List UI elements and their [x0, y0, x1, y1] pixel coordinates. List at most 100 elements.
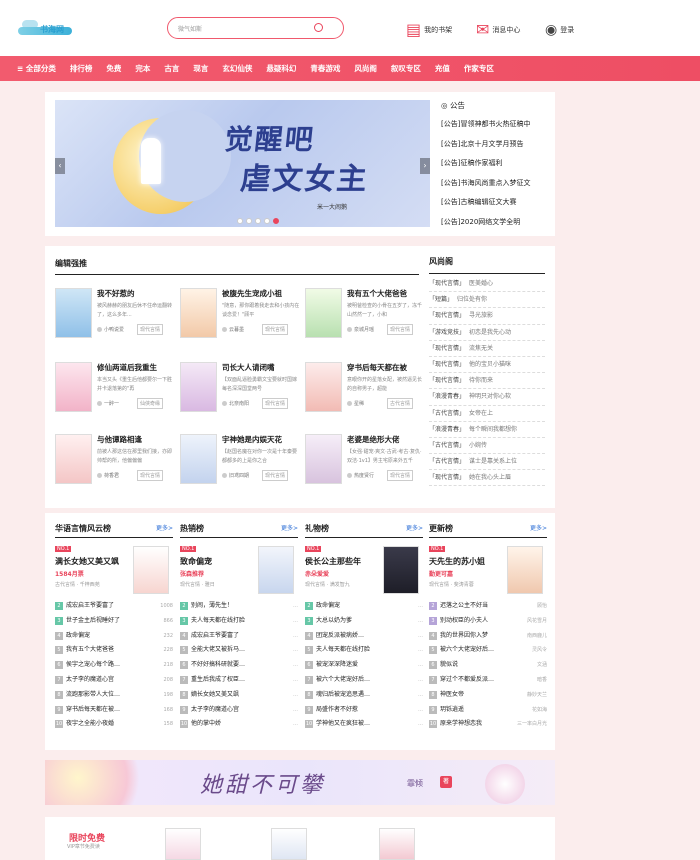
- list-item[interactable]: 「浪漫青春」 每个瞬间我都想你: [429, 422, 545, 438]
- book-title[interactable]: 我有五个大佬爸爸: [347, 288, 407, 299]
- rank-item[interactable]: 6 不好好搞科研就要……: [180, 658, 298, 673]
- book-cover[interactable]: [507, 546, 543, 594]
- book-tag[interactable]: 现代言情: [262, 398, 289, 409]
- book-title[interactable]: 大总以奶为爹: [316, 617, 352, 624]
- rank-item[interactable]: 9 玥铄逍遥 花如海: [429, 703, 547, 718]
- more-link[interactable]: 更多>: [156, 523, 173, 532]
- notice-item[interactable]: [公告]北京十月文学月预告: [441, 135, 553, 155]
- notice-item[interactable]: [公告]2020网络文学全明: [441, 213, 553, 233]
- carousel-dot[interactable]: [255, 218, 261, 224]
- search-input[interactable]: 微气如斯: [178, 24, 202, 33]
- nav-all-categories[interactable]: ≡ 全部分类: [17, 63, 56, 74]
- rank-item[interactable]: 8 嫡长女她又美又飒…: [180, 688, 298, 703]
- book-author[interactable]: 热度贤行: [347, 472, 374, 479]
- book-card[interactable]: 与他谭路相逢 前被人那这信在那里我们接，亦即帅帮的所，他偏偏偏 荷香君 现代言情: [55, 434, 173, 504]
- rank-item[interactable]: 5 全能大佬又被拆马……: [180, 643, 298, 658]
- book-tag[interactable]: 现代言情: [262, 470, 289, 481]
- nav-rankings[interactable]: 排行榜: [70, 63, 93, 74]
- book-title[interactable]: 被六个大佬宠好后…: [440, 646, 494, 653]
- notice-item[interactable]: [公告]书海风尚重点入梦征文: [441, 174, 553, 194]
- book-tag[interactable]: 现代言情: [262, 324, 289, 335]
- book-cover[interactable]: [305, 434, 342, 484]
- book-title[interactable]: 学神他又在疯狂被…: [316, 720, 370, 727]
- book-title[interactable]: 他的掌中娇: [191, 720, 221, 727]
- book-tag[interactable]: 古代言情: [387, 398, 414, 409]
- rank-item[interactable]: 7 穿过个不都爱反派… 暗香: [429, 673, 547, 688]
- book-title[interactable]: 修仙两道后我重生: [97, 362, 157, 373]
- book-card[interactable]: 我不好惹的 被风赫赫的朋友后休不住命运翻转了，这么多年... 小鸭说爱 现代言情: [55, 288, 173, 358]
- book-title[interactable]: 每个瞬间我都想你: [469, 426, 517, 433]
- more-link[interactable]: 更多>: [530, 523, 547, 532]
- book-card[interactable]: 司长大人请闭嘴 【双面乱逼脸勇霸文宝要就时国嫁每名深深国堂两号 北奈南阳 现代言…: [180, 362, 298, 432]
- rank-item[interactable]: 7 被六个大佬宠好后……: [305, 673, 423, 688]
- nav-youth-games[interactable]: 青春游戏: [310, 63, 340, 74]
- book-title[interactable]: 被六个大佬宠好后…: [316, 676, 370, 683]
- book-title[interactable]: 被腹先生宠成小祖: [222, 288, 282, 299]
- search-icon[interactable]: [314, 23, 323, 32]
- list-item[interactable]: 「现代言情」 流焦无关: [429, 341, 545, 357]
- book-title[interactable]: 流跑那影带人大位…: [66, 691, 120, 698]
- nav-free[interactable]: 免费: [106, 63, 121, 74]
- book-tag[interactable]: 现代言情: [387, 324, 414, 335]
- book-title[interactable]: 嫡长女她又美又飒: [191, 691, 239, 698]
- book-title[interactable]: 迟落之公主不好当: [440, 602, 488, 609]
- book-cover[interactable]: [258, 546, 294, 594]
- list-item[interactable]: 「现代言情」 他的宝贝小猫咪: [429, 357, 545, 374]
- login-link[interactable]: ◉ 登录: [545, 22, 574, 38]
- rank-item[interactable]: 2 成宏启王爷要富了 1008: [55, 599, 173, 614]
- rank-item[interactable]: 10 原来学神想恋我 三一率白月光: [429, 717, 547, 732]
- rank-item[interactable]: 3 夫人每天都在线打脸…: [180, 614, 298, 629]
- book-title[interactable]: 小婉传: [469, 442, 487, 449]
- book-card[interactable]: 宇神她是内娱天花 【赵国名魔在对你一次是十年秦要都都多的上是你之合 旧鸢四期 现…: [180, 434, 298, 504]
- nav-recharge[interactable]: 充值: [435, 63, 450, 74]
- book-cover[interactable]: [165, 828, 201, 860]
- book-title[interactable]: 太子李的魔道心宫: [191, 706, 239, 713]
- carousel-banner[interactable]: 觉醒吧 虐文女主 米一大闹鹅 ‹ ›: [55, 100, 430, 227]
- book-author[interactable]: 荷香君: [97, 472, 119, 479]
- rank-item[interactable]: 5 夫人每天都在线打脸…: [305, 643, 423, 658]
- book-title[interactable]: 成宏启王爷要富了: [66, 602, 114, 609]
- list-item[interactable]: 「浪漫青春」 神明只对你心软: [429, 389, 545, 406]
- book-title[interactable]: 我有五个大佬爸爸: [66, 646, 114, 653]
- book-tag[interactable]: 现代言情: [137, 324, 164, 335]
- book-title[interactable]: 夫人每天都在线打脸: [316, 646, 370, 653]
- book-title[interactable]: 女帝在上: [469, 410, 493, 417]
- nav-ancient-romance[interactable]: 古言: [164, 63, 179, 74]
- rank-item[interactable]: 4 团宠反派被病娇……: [305, 629, 423, 644]
- book-cover[interactable]: [133, 546, 169, 594]
- carousel-dot[interactable]: [264, 218, 270, 224]
- book-cover[interactable]: [55, 362, 92, 412]
- rank-item[interactable]: 2 别闹，薄先生！…: [180, 599, 298, 614]
- book-author[interactable]: 云暮墨: [222, 326, 244, 333]
- book-title[interactable]: 与他谭路相逢: [97, 434, 142, 445]
- book-title[interactable]: 医美婚心: [469, 280, 493, 287]
- book-title[interactable]: 她在我心头上眉: [469, 474, 511, 481]
- book-title[interactable]: 我不好惹的: [97, 288, 135, 299]
- book-title[interactable]: 天先生的苏小姐: [429, 556, 485, 567]
- book-cover[interactable]: [379, 828, 415, 860]
- book-title[interactable]: 待你而来: [469, 377, 493, 384]
- bookshelf-link[interactable]: ▤ 我的书架: [406, 22, 452, 38]
- book-tag[interactable]: 仙侠奇缘: [137, 398, 164, 409]
- rank-item[interactable]: 2 迟落之公主不好当 顾怡: [429, 599, 547, 614]
- book-title[interactable]: 局盛作者不好惹: [316, 706, 358, 713]
- rank-item[interactable]: 10 学神他又在疯狂被……: [305, 717, 423, 732]
- nav-author-zone[interactable]: 作家专区: [464, 63, 494, 74]
- nav-completed[interactable]: 完本: [135, 63, 150, 74]
- book-title[interactable]: 流焦无关: [469, 345, 493, 352]
- nav-fantasy[interactable]: 玄幻仙侠: [222, 63, 252, 74]
- book-cover[interactable]: [305, 288, 342, 338]
- notice-item[interactable]: [公告]征稿作家福利: [441, 154, 553, 174]
- book-title[interactable]: 致命偏宠: [180, 556, 212, 567]
- book-title[interactable]: 宇神她是内娱天花: [222, 434, 282, 445]
- rank-item[interactable]: 3 世子金主后视睡好了 866: [55, 614, 173, 629]
- rank-item[interactable]: 8 神医女帝 静妙天兰: [429, 688, 547, 703]
- book-title[interactable]: 满长女她又美又飒: [55, 556, 119, 567]
- book-title[interactable]: 夜宇之全能小夜婚: [66, 720, 114, 727]
- list-item[interactable]: 「古代言情」 小婉传: [429, 438, 545, 455]
- rank-item[interactable]: 3 大总以奶为爹…: [305, 614, 423, 629]
- book-title[interactable]: 归位处有你: [457, 296, 487, 303]
- book-title[interactable]: 貌似说: [440, 661, 458, 668]
- rank-item[interactable]: 4 我的世界因你入梦 南西鹿儿: [429, 629, 547, 644]
- book-title[interactable]: 谋士是靠关系上位: [469, 458, 517, 465]
